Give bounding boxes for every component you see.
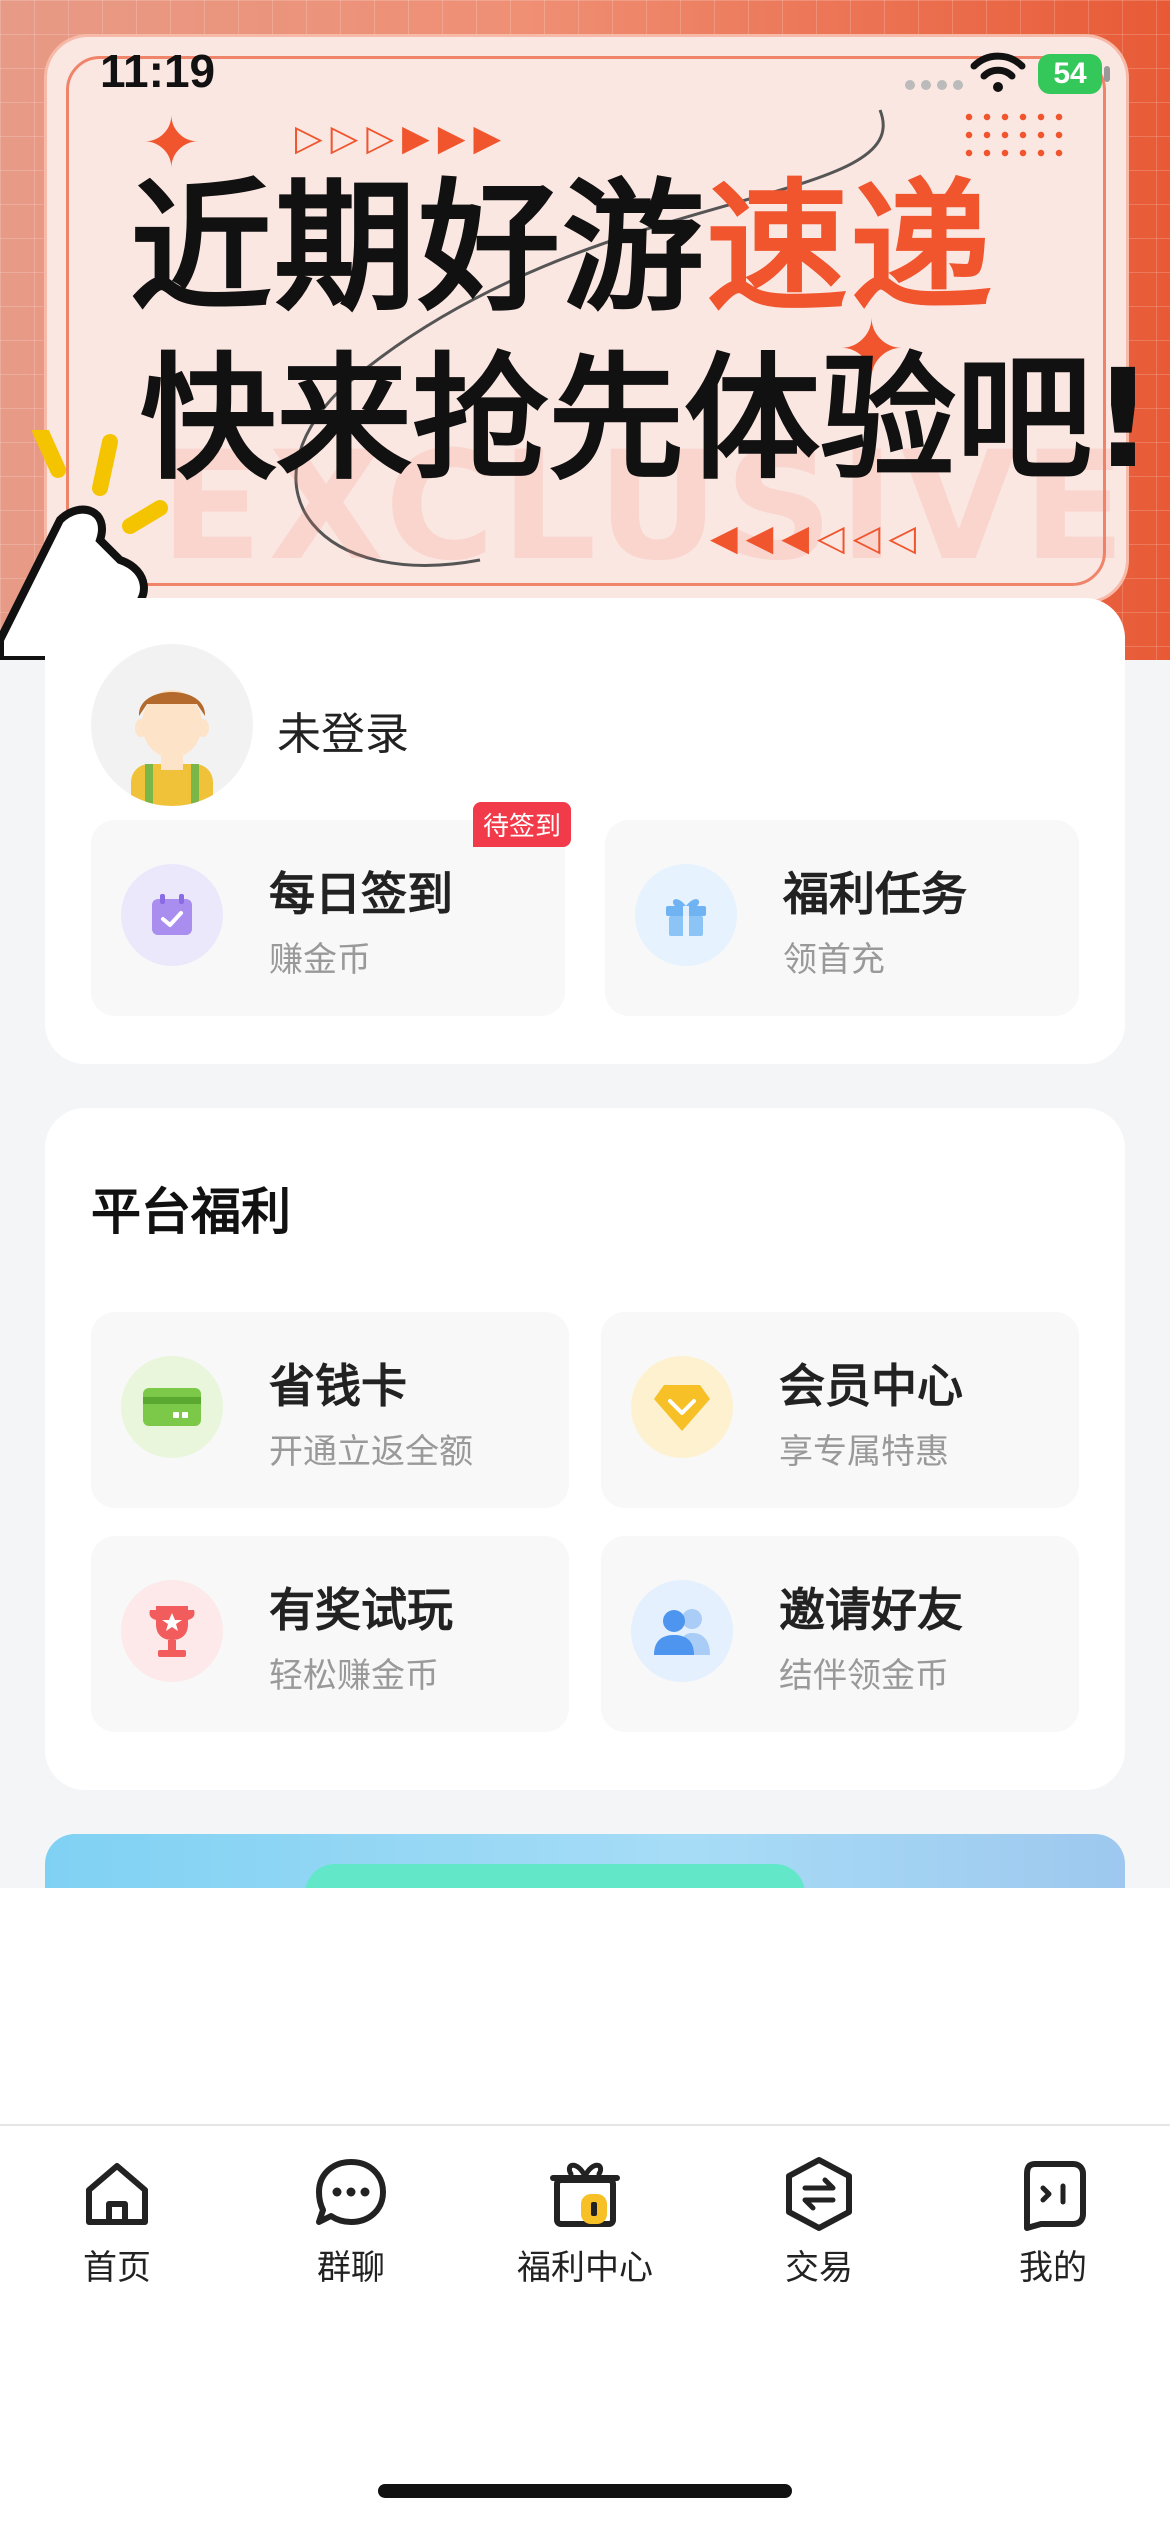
gift-box-icon	[550, 2162, 620, 2227]
member-center-subtitle: 享专属特惠	[779, 1432, 949, 1472]
status-bar: 11:19 54	[0, 0, 1170, 140]
chat-icon	[316, 2159, 386, 2225]
calendar-check-icon	[121, 864, 223, 966]
gift-icon	[635, 864, 737, 966]
pending-checkin-badge: 待签到	[473, 802, 572, 847]
tab-label: 首页	[83, 2248, 151, 2288]
member-center-title: 会员中心	[779, 1359, 963, 1413]
section-title: 平台福利	[91, 1183, 291, 1241]
checkin-subtitle: 赚金币	[269, 940, 371, 980]
savings-card-tile[interactable]: 省钱卡 开通立返全额	[91, 1312, 569, 1508]
cellular-signal-icon	[905, 80, 963, 90]
home-icon	[86, 2163, 148, 2225]
invite-friends-subtitle: 结伴领金币	[779, 1656, 949, 1696]
friends-icon	[631, 1580, 733, 1682]
invite-friends-tile[interactable]: 邀请好友 结伴领金币	[601, 1536, 1079, 1732]
tab-label: 交易	[785, 2248, 853, 2288]
daily-checkin-tile[interactable]: 每日签到 赚金币	[91, 820, 565, 1016]
member-center-tile[interactable]: 会员中心 享专属特惠	[601, 1312, 1079, 1508]
tasks-subtitle: 领首充	[783, 940, 885, 980]
savings-card-title: 省钱卡	[269, 1359, 407, 1413]
avatar[interactable]	[91, 644, 253, 806]
arrows-left-decoration: ◀◀◀◁◁◁	[710, 518, 925, 559]
tab-label: 群聊	[317, 2248, 385, 2288]
banner-subtitle: 快来抢先体验吧!	[140, 341, 1155, 499]
battery-cap	[1104, 66, 1110, 82]
content-area	[0, 1888, 1170, 2124]
trophy-icon	[121, 1580, 223, 1682]
tab-group-chat[interactable]: 群聊	[234, 2156, 468, 2306]
login-status[interactable]: 未登录	[277, 698, 409, 762]
banner-title-highlight: 速递	[706, 166, 994, 331]
tab-label: 福利中心	[517, 2248, 653, 2288]
platform-benefits-card: 平台福利 省钱卡 开通立返全额 会员中心 享专属特惠 有奖试玩 轻松赚金币 邀请…	[45, 1108, 1125, 1790]
promo-strip-banner[interactable]	[45, 1834, 1125, 1888]
card-icon	[121, 1356, 223, 1458]
welfare-tasks-tile[interactable]: 福利任务 领首充	[605, 820, 1079, 1016]
banner-title-text: 近期好游	[130, 166, 706, 331]
diamond-icon	[631, 1356, 733, 1458]
trial-play-title: 有奖试玩	[269, 1583, 453, 1637]
savings-card-subtitle: 开通立返全额	[269, 1432, 473, 1472]
tab-mine[interactable]: 我的	[936, 2156, 1170, 2306]
battery-icon: 54	[1038, 54, 1102, 94]
tab-trade[interactable]: 交易	[702, 2156, 936, 2306]
wifi-icon	[970, 52, 1026, 92]
profile-icon	[1024, 2161, 1086, 2231]
tab-bar: 首页 群聊 福利中心 交易 我的	[0, 2124, 1170, 2532]
trial-play-subtitle: 轻松赚金币	[269, 1656, 439, 1696]
default-avatar-icon	[131, 690, 213, 806]
user-card: 未登录 每日签到 赚金币 待签到 福利任务 领首充	[45, 598, 1125, 1064]
status-time: 11:19	[100, 45, 216, 97]
promo-pill	[305, 1864, 805, 1888]
home-indicator[interactable]	[378, 2484, 792, 2498]
trial-play-tile[interactable]: 有奖试玩 轻松赚金币	[91, 1536, 569, 1732]
tab-label: 我的	[1019, 2248, 1087, 2288]
exchange-icon	[786, 2157, 852, 2231]
tab-home[interactable]: 首页	[0, 2156, 234, 2306]
banner-title: 近期好游速递	[130, 178, 1060, 320]
tab-welfare-center[interactable]: 福利中心	[468, 2156, 702, 2306]
invite-friends-title: 邀请好友	[779, 1583, 963, 1637]
tasks-title: 福利任务	[783, 867, 967, 921]
checkin-title: 每日签到	[269, 867, 453, 921]
